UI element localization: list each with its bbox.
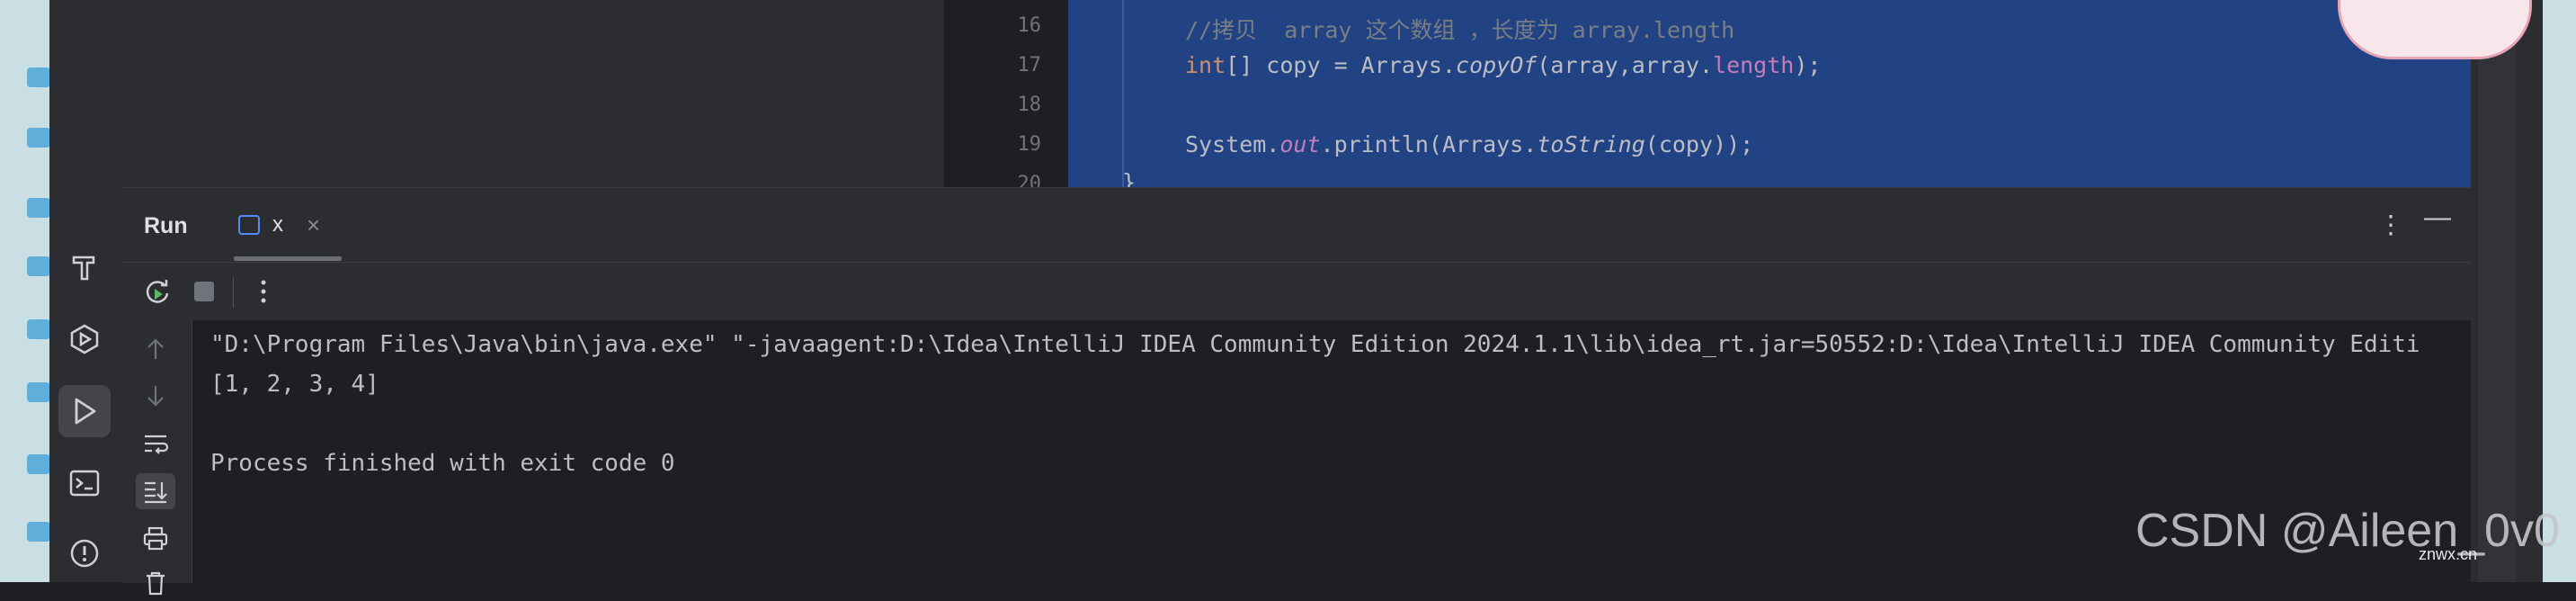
code-line-20: } [1122, 169, 1136, 187]
soft-wrap-icon [145, 435, 169, 454]
console-side-toolbar [121, 320, 192, 596]
line-number: 19 [1017, 133, 1042, 156]
terminal-icon [69, 470, 100, 497]
csdn-watermark: CSDN @Aileen_0v0 [2135, 505, 2560, 557]
right-sidebar [2471, 0, 2543, 582]
code-editor[interactable]: //拷贝 array 这个数组 ，长度为 array.length int[] … [1068, 0, 2471, 187]
method-name: copyOf [1456, 52, 1538, 78]
desktop-icon [27, 319, 50, 339]
console-output[interactable]: "D:\Program Files\Java\bin\java.exe" "-j… [192, 320, 2471, 583]
keyword: int [1185, 52, 1226, 78]
code-text: (copy)); [1645, 131, 1754, 157]
code-line-19: System.out.println(Arrays.toString(copy)… [1185, 131, 1753, 157]
run-window-title: Run [144, 213, 188, 238]
console-line: "D:\Program Files\Java\bin\java.exe" "-j… [210, 331, 2420, 358]
rerun-icon [146, 280, 169, 303]
line-number: 18 [1017, 94, 1042, 116]
scroll-up-button[interactable] [136, 331, 175, 367]
scrollbar-track[interactable] [2478, 0, 2516, 582]
scroll-to-end-icon [145, 481, 167, 504]
print-button[interactable] [136, 520, 175, 556]
console-line: [1, 2, 3, 4] [210, 371, 379, 398]
problems-tool-button[interactable] [58, 527, 111, 579]
method-name: toString [1537, 131, 1645, 157]
arrow-down-icon [147, 386, 164, 407]
code-text: System. [1185, 131, 1280, 157]
line-number: 17 [1017, 54, 1042, 76]
run-toolbar [121, 262, 2471, 321]
desktop-icon [27, 128, 50, 148]
terminal-tool-button[interactable] [58, 457, 111, 509]
indent-guide [1122, 0, 1124, 187]
decorative-mascot-image [2338, 0, 2532, 59]
desktop-icon [27, 382, 50, 402]
more-actions-button[interactable] [247, 275, 280, 308]
vertical-dots-icon [261, 280, 266, 303]
run-tab[interactable]: x × [238, 208, 320, 242]
toolbar-divider [233, 277, 234, 308]
desktop-background [0, 0, 50, 582]
desktop-icon [27, 522, 50, 542]
project-panel [121, 0, 944, 187]
code-line-17: int[] copy = Arrays.copyOf(array,array.l… [1185, 52, 1821, 78]
static-field: out [1279, 131, 1321, 157]
tab-close-icon[interactable]: × [307, 211, 320, 239]
code-text: .println(Arrays. [1320, 131, 1538, 157]
application-icon [238, 215, 260, 235]
desktop-icon [27, 198, 50, 218]
run-tab-label: x [272, 212, 283, 237]
desktop-icon [27, 256, 50, 276]
desktop-icon [27, 67, 50, 87]
hammer-icon [72, 256, 95, 281]
printer-icon [143, 526, 168, 551]
run-tool-window: Run x × ⋮ — "D:\Program Files\Java\bin\j… [121, 187, 2471, 596]
more-options-icon[interactable]: ⋮ [2378, 210, 2403, 239]
minimize-icon[interactable]: — [2424, 202, 2451, 233]
scroll-to-end-button[interactable] [136, 473, 175, 509]
run-icon [75, 398, 96, 425]
code-text: (array,array. [1537, 52, 1714, 78]
field-name: length [1713, 52, 1795, 78]
editor-gutter: 16 17 18 19 20 [944, 0, 1068, 195]
arrow-up-icon [147, 338, 164, 359]
problems-icon [70, 539, 99, 568]
run-window-header: Run x × ⋮ — [121, 188, 2471, 261]
console-line: Process finished with exit code 0 [210, 450, 675, 477]
rerun-button[interactable] [141, 275, 174, 308]
services-icon [70, 324, 99, 354]
run-tool-button[interactable] [58, 385, 111, 437]
code-line-16: //拷贝 array 这个数组 ，长度为 array.length [1185, 13, 1734, 45]
active-tab-indicator [234, 256, 342, 261]
code-text: [] copy = Arrays. [1226, 52, 1457, 78]
soft-wrap-button[interactable] [136, 426, 175, 462]
left-tool-window-bar [49, 0, 122, 582]
services-tool-button[interactable] [58, 313, 111, 365]
stop-button[interactable] [188, 275, 220, 308]
code-text: ); [1794, 52, 1822, 78]
code-comment: //拷贝 array 这个数组 ，长度为 array.length [1185, 17, 1735, 43]
scroll-down-button[interactable] [136, 378, 175, 414]
desktop-background-right [2543, 0, 2576, 582]
stop-icon [194, 282, 214, 301]
line-number: 16 [1017, 14, 1042, 37]
delete-button[interactable] [136, 565, 175, 601]
site-watermark: znwx.cn [2419, 545, 2478, 563]
trash-icon [147, 571, 165, 596]
desktop-icon [27, 454, 50, 474]
build-tool-button[interactable] [58, 241, 111, 293]
